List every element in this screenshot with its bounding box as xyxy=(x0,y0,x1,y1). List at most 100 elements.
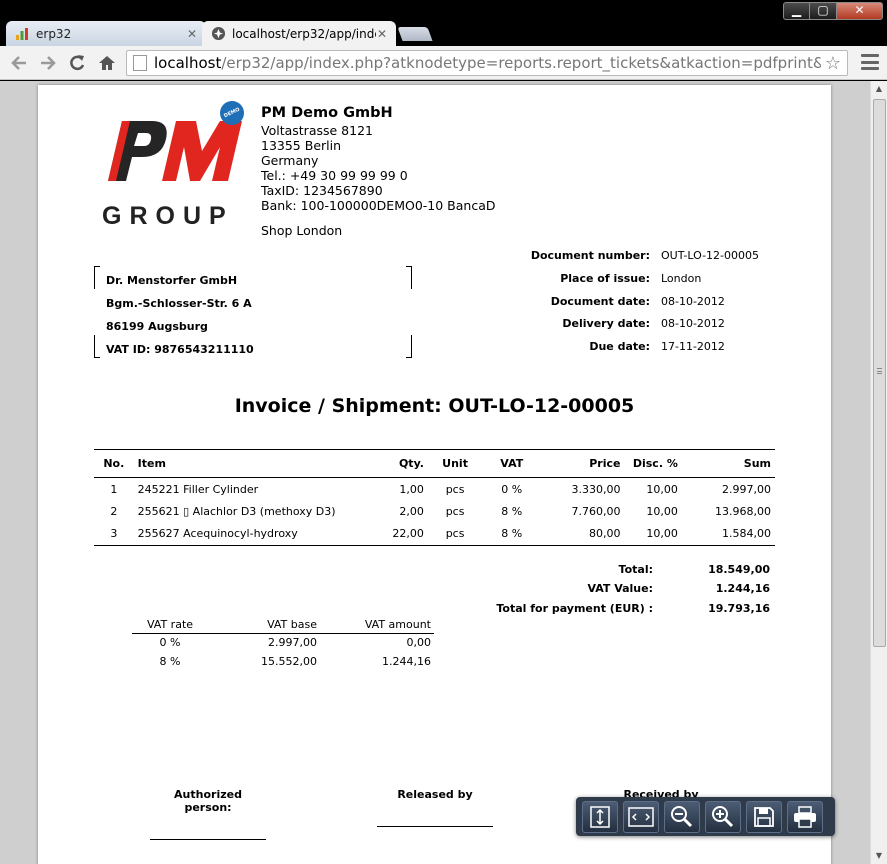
company-street: Voltastrasse 8121 xyxy=(261,123,373,138)
doc-info-label: Delivery date: xyxy=(562,317,650,331)
home-icon[interactable] xyxy=(96,52,118,74)
new-tab-button[interactable] xyxy=(397,27,433,41)
cell-price: 80,00 xyxy=(541,522,625,546)
col-header-vat-amount: VAT amount xyxy=(320,616,434,634)
print-icon[interactable] xyxy=(787,800,823,833)
doc-info-value: 08-10-2012 xyxy=(661,294,725,308)
col-header-qty: Qty. xyxy=(372,449,428,478)
cell-vat: 0 % xyxy=(501,482,523,496)
cell-vat: 8 % xyxy=(501,504,523,518)
tab-erp32[interactable]: erp32 ✕ xyxy=(6,21,206,46)
document-title: Invoice / Shipment: OUT-LO-12-00005 xyxy=(234,395,635,417)
cell-item: 245221 Filler Cylinder xyxy=(137,482,259,496)
col-header-vat-base: VAT base xyxy=(208,616,320,634)
doc-info-value: 08-10-2012 xyxy=(661,317,725,331)
total-payment-value: 19.793,16 xyxy=(708,601,770,615)
url-host: localhost xyxy=(154,54,222,72)
reload-icon[interactable] xyxy=(66,52,88,74)
total-payment-row: Total for payment (EUR) : 19.793,16 xyxy=(478,599,770,618)
total-payment-label: Total for payment (EUR) : xyxy=(496,601,653,615)
maximize-button[interactable]: ▢ xyxy=(810,2,837,20)
col-header-discount: Disc. % xyxy=(624,449,682,478)
cell-vat-base: 15.552,00 xyxy=(261,655,317,668)
page-icon xyxy=(133,55,147,71)
save-icon[interactable] xyxy=(746,800,782,833)
cell-price: 3.330,00 xyxy=(571,482,621,496)
tab-title: localhost/erp32/app/index xyxy=(232,26,376,41)
zoom-out-icon[interactable] xyxy=(664,800,700,833)
totals-block: Total: 18.549,00 VAT Value: 1.244,16 Total… xyxy=(478,560,770,618)
company-city: 13355 Berlin xyxy=(261,138,342,154)
vat-value-row: VAT Value: 1.244,16 xyxy=(478,579,770,598)
vertical-scrollbar[interactable]: ▲ ▼ xyxy=(870,81,887,864)
vat-value-amount: 1.244,16 xyxy=(715,582,770,596)
minimize-button[interactable]: ▁ xyxy=(783,2,810,20)
signature-authorized: Authorized person: xyxy=(150,788,266,840)
cell-item: 255621 ▯ Alachlor D3 (methoxy D3) xyxy=(137,504,336,518)
total-row: Total: 18.549,00 xyxy=(478,560,770,579)
doc-info-label: Document number: xyxy=(530,249,650,262)
company-bank: Bank: 100-100000DEMO0-10 BancaD xyxy=(261,198,496,214)
wrench-menu-icon[interactable] xyxy=(861,54,879,70)
signature-released: Released by xyxy=(377,788,493,827)
doc-info-row: Due date: 17-11-2012 xyxy=(478,336,759,359)
cell-no: 2 xyxy=(110,504,118,518)
recipient-vat-id: VAT ID: 9876543211110 xyxy=(106,343,254,356)
scroll-down-arrow-icon[interactable]: ▼ xyxy=(871,848,887,864)
doc-info-label: Place of issue: xyxy=(560,271,650,285)
logo-group-text: GROUP xyxy=(102,202,234,230)
cell-vat-rate: 0 % xyxy=(159,636,181,650)
cell-sum: 2.997,00 xyxy=(722,482,771,496)
table-row: 1 245221 Filler Cylinder 1,00 pcs 0 % 3.… xyxy=(94,478,775,501)
cell-unit: pcs xyxy=(445,482,465,496)
scrollbar-thumb[interactable] xyxy=(873,99,886,647)
fit-width-icon[interactable] xyxy=(623,800,659,833)
close-window-button[interactable]: ✕ xyxy=(837,2,883,20)
fit-page-icon[interactable] xyxy=(582,800,618,833)
signature-label: Released by xyxy=(397,788,473,801)
cell-discount: 10,00 xyxy=(646,482,678,496)
tab-close-icon[interactable]: ✕ xyxy=(186,27,198,41)
doc-info-row: Delivery date: 08-10-2012 xyxy=(478,313,759,336)
forward-arrow-icon[interactable] xyxy=(37,52,59,74)
col-header-price: Price xyxy=(541,449,625,478)
browser-toolbar: localhost/erp32/app/index.php?atknodetyp… xyxy=(0,46,887,80)
scroll-up-arrow-icon[interactable]: ▲ xyxy=(871,81,887,97)
company-address-block: PM Demo GmbH Voltastrasse 8121 13355 Ber… xyxy=(261,105,495,238)
pdf-page: GROUP DEMO PM Demo GmbH Voltastrasse 812… xyxy=(38,85,831,864)
vat-value-label: VAT Value: xyxy=(587,582,653,596)
pdf-viewer: GROUP DEMO PM Demo GmbH Voltastrasse 812… xyxy=(0,81,887,864)
tab-close-icon[interactable]: ✕ xyxy=(376,27,388,41)
cell-vat-amount: 1.244,16 xyxy=(382,655,431,668)
doc-info-value: OUT-LO-12-00005 xyxy=(661,249,760,262)
cell-qty: 2,00 xyxy=(399,504,424,518)
zoom-in-icon[interactable] xyxy=(705,800,741,833)
star-icon[interactable]: ☆ xyxy=(825,53,841,74)
address-bar[interactable]: localhost/erp32/app/index.php?atknodetyp… xyxy=(126,50,848,76)
signature-line xyxy=(377,826,493,827)
company-tel: Tel.: +49 30 99 99 99 0 xyxy=(261,168,408,184)
company-name: PM Demo GmbH xyxy=(261,105,393,121)
back-arrow-icon[interactable] xyxy=(8,52,30,74)
cell-vat: 8 % xyxy=(482,522,542,546)
company-shop: Shop London xyxy=(261,222,343,238)
doc-info-row: Place of issue: London xyxy=(478,268,759,291)
recipient-street: Bgm.-Schlosser-Str. 6 A xyxy=(106,297,252,310)
doc-info-value: London xyxy=(661,271,702,285)
cell-qty: 1,00 xyxy=(399,482,424,496)
cell-vat-base: 2.997,00 xyxy=(268,636,317,650)
items-table: No. Item Qty. Unit VAT Price Disc. % Sum… xyxy=(94,449,775,546)
cell-item: 255627 Acequinocyl-hydroxy xyxy=(133,522,373,546)
pdf-viewer-toolbar xyxy=(576,797,835,836)
tab-invoice-pdf[interactable]: localhost/erp32/app/index ✕ xyxy=(202,21,396,46)
window-controls: ▁ ▢ ✕ xyxy=(783,2,883,20)
cell-vat-amount: 0,00 xyxy=(406,636,432,650)
cell-vat-rate: 8 % xyxy=(159,655,181,668)
recipient-address-box: Dr. Menstorfer GmbH Bgm.-Schlosser-Str. … xyxy=(94,266,412,358)
col-header-vat-rate: VAT rate xyxy=(132,616,208,634)
url-text[interactable]: localhost/erp32/app/index.php?atknodetyp… xyxy=(154,54,821,72)
total-label: Total: xyxy=(618,563,653,576)
cell-discount: 10,00 xyxy=(624,522,682,546)
doc-info-label: Document date: xyxy=(550,294,650,308)
document-info: Document number: OUT-LO-12-00005 Place of… xyxy=(478,245,759,359)
